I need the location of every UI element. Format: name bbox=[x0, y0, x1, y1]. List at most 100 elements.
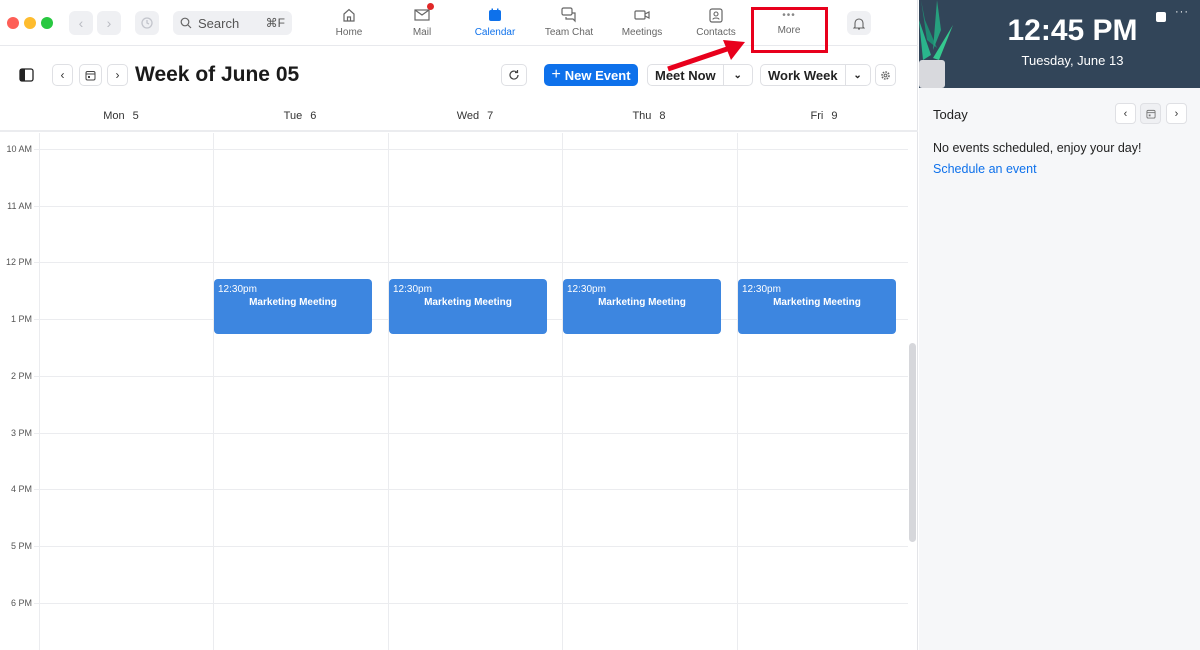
day-header-mon: Mon 5 bbox=[34, 110, 208, 122]
event-time: 12:30pm bbox=[567, 283, 606, 295]
side-panel: ··· 12:45 PM Tuesday, June 13 Today ‹ › … bbox=[919, 0, 1200, 650]
hour-line bbox=[34, 602, 908, 604]
day-header-row: Mon 5 Tue 6 Wed 7 Thu 8 Fri 9 bbox=[0, 106, 918, 132]
home-icon bbox=[343, 8, 355, 22]
calendar-icon bbox=[489, 8, 501, 21]
refresh-button[interactable] bbox=[501, 64, 527, 86]
notifications-button[interactable] bbox=[847, 11, 871, 35]
hour-label: 5 PM bbox=[10, 540, 32, 551]
next-week-button[interactable]: › bbox=[107, 64, 128, 86]
tab-mail[interactable]: Mail bbox=[387, 3, 457, 42]
event-title: Marketing Meeting bbox=[424, 296, 512, 308]
day-name: Tue bbox=[283, 110, 303, 122]
day-number: 6 bbox=[310, 110, 317, 122]
column-divider bbox=[737, 133, 738, 650]
schedule-event-link[interactable]: Schedule an event bbox=[933, 162, 1037, 176]
column-divider bbox=[213, 133, 214, 650]
hour-label: 11 AM bbox=[7, 200, 32, 211]
empty-state-message: No events scheduled, enjoy your day! bbox=[933, 141, 1142, 155]
event-time: 12:30pm bbox=[218, 283, 257, 295]
close-window-button[interactable] bbox=[7, 17, 19, 29]
calendar-event[interactable]: 12:30pm Marketing Meeting bbox=[738, 278, 896, 334]
settings-button[interactable] bbox=[875, 64, 896, 86]
chevron-down-icon: ⌄ bbox=[853, 69, 862, 81]
hour-line bbox=[34, 205, 908, 207]
view-dropdown[interactable]: ⌄ bbox=[846, 65, 870, 85]
search-label: Search bbox=[198, 15, 240, 31]
day-header-tue: Tue 6 bbox=[213, 110, 387, 122]
chevron-left-icon: ‹ bbox=[1123, 107, 1128, 120]
go-to-today-button[interactable] bbox=[79, 64, 102, 86]
view-selector: Work Week ⌄ bbox=[760, 64, 871, 86]
tab-team-chat[interactable]: Team Chat bbox=[534, 6, 604, 42]
search-shortcut: ⌘F bbox=[265, 16, 285, 30]
mail-badge bbox=[427, 3, 434, 10]
calendar-small-icon bbox=[1145, 109, 1156, 119]
chevron-left-icon: ‹ bbox=[60, 68, 65, 82]
hour-label: 1 PM bbox=[10, 314, 32, 325]
tab-contacts[interactable]: Contacts bbox=[681, 6, 751, 42]
event-time: 12:30pm bbox=[393, 283, 432, 295]
tab-meetings-label: Meetings bbox=[621, 27, 663, 38]
event-title: Marketing Meeting bbox=[598, 296, 686, 308]
today-prev-button[interactable]: ‹ bbox=[1115, 103, 1136, 124]
event-title: Marketing Meeting bbox=[773, 296, 861, 308]
tab-mail-label: Mail bbox=[412, 27, 432, 38]
calendar-event[interactable]: 12:30pm Marketing Meeting bbox=[214, 278, 372, 334]
hour-line bbox=[34, 375, 908, 377]
day-header-fri: Fri 9 bbox=[737, 110, 911, 122]
hour-label: 12 PM bbox=[5, 257, 32, 268]
grid-scrollbar[interactable] bbox=[909, 343, 916, 542]
hour-label: 3 PM bbox=[10, 427, 32, 438]
day-name: Thu bbox=[632, 110, 652, 122]
day-number: 5 bbox=[132, 110, 139, 122]
tab-contacts-label: Contacts bbox=[696, 27, 736, 38]
chevron-right-icon: › bbox=[1174, 107, 1179, 120]
chevron-right-icon: › bbox=[106, 15, 112, 31]
hour-label: 10 AM bbox=[6, 144, 32, 154]
sidebar-toggle-button[interactable] bbox=[19, 68, 34, 87]
new-event-label: New Event bbox=[564, 67, 631, 83]
page-title: Week of June 05 bbox=[135, 63, 300, 86]
today-label: Today bbox=[933, 107, 968, 122]
hour-line bbox=[34, 149, 908, 150]
day-number: 8 bbox=[659, 110, 666, 122]
chat-icon bbox=[561, 7, 576, 23]
hour-label: 6 PM bbox=[10, 597, 32, 608]
search-input[interactable]: Search ⌘F bbox=[173, 11, 292, 35]
event-title: Marketing Meeting bbox=[249, 296, 337, 308]
tab-home[interactable]: Home bbox=[314, 6, 384, 42]
column-divider bbox=[39, 133, 40, 650]
new-event-button[interactable]: + New Event bbox=[544, 64, 638, 86]
today-calendar-button[interactable] bbox=[1140, 103, 1161, 124]
hour-line bbox=[34, 432, 908, 434]
hour-line bbox=[34, 489, 908, 491]
sidebar-icon bbox=[19, 68, 34, 82]
search-icon bbox=[180, 17, 192, 29]
minimize-window-button[interactable] bbox=[24, 17, 36, 29]
history-button[interactable] bbox=[135, 11, 159, 35]
today-next-button[interactable]: › bbox=[1166, 103, 1187, 124]
more-tab-highlight-box bbox=[751, 7, 828, 53]
bell-icon bbox=[853, 17, 865, 30]
clock-date: Tuesday, June 13 bbox=[1021, 53, 1124, 68]
tab-calendar[interactable]: Calendar bbox=[460, 6, 530, 42]
maximize-window-button[interactable] bbox=[41, 17, 53, 29]
tab-meetings[interactable]: Meetings bbox=[607, 6, 677, 42]
view-button[interactable]: Work Week bbox=[761, 65, 846, 85]
day-name: Wed bbox=[456, 110, 480, 122]
calendar-event[interactable]: 12:30pm Marketing Meeting bbox=[389, 278, 547, 334]
tab-calendar-label: Calendar bbox=[474, 27, 516, 38]
forward-button[interactable]: › bbox=[97, 11, 121, 35]
column-divider bbox=[562, 133, 563, 650]
chevron-left-icon: ‹ bbox=[78, 15, 84, 31]
hour-label: 4 PM bbox=[10, 484, 32, 495]
history-icon bbox=[141, 17, 153, 29]
mail-icon bbox=[414, 9, 430, 21]
back-button[interactable]: ‹ bbox=[69, 11, 93, 35]
refresh-icon bbox=[509, 70, 519, 80]
prev-week-button[interactable]: ‹ bbox=[52, 64, 73, 86]
plus-icon: + bbox=[551, 66, 561, 83]
calendar-app: ‹ › Search ⌘F Home Mail Calendar Team Ch… bbox=[0, 0, 918, 650]
calendar-event[interactable]: 12:30pm Marketing Meeting bbox=[563, 278, 721, 334]
